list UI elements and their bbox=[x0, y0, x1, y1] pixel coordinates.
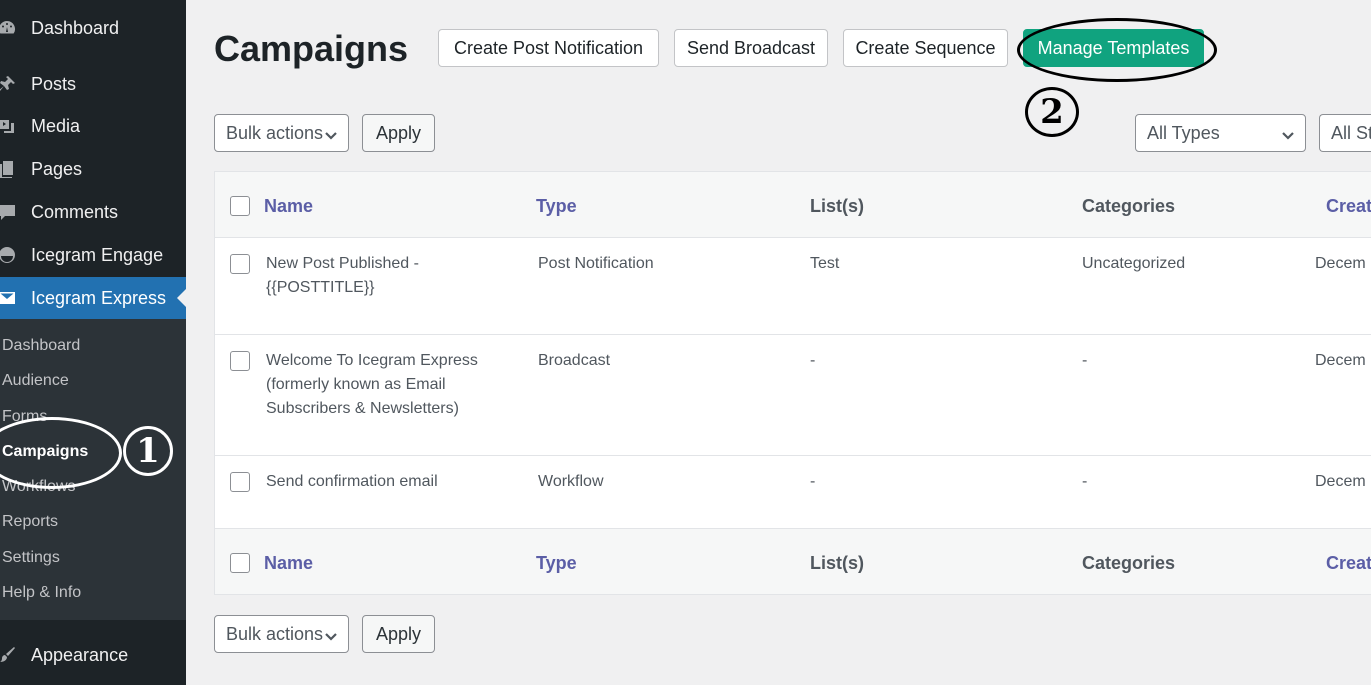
campaign-lists: Test bbox=[810, 255, 840, 272]
current-menu-arrow bbox=[177, 289, 186, 307]
column-footer-lists: List(s) bbox=[810, 553, 864, 573]
chevron-down-icon bbox=[324, 627, 338, 641]
brush-icon bbox=[0, 644, 18, 666]
table-header: Name Type List(s) Categories Creat bbox=[215, 172, 1371, 238]
select-all-checkbox[interactable] bbox=[230, 196, 250, 216]
create-post-notification-button[interactable]: Create Post Notification bbox=[438, 29, 659, 67]
annotation-number-1: 1 bbox=[123, 426, 173, 476]
column-header-name[interactable]: Name bbox=[264, 196, 313, 217]
campaign-name[interactable]: New Post Published - {{POSTTITLE}} bbox=[266, 252, 466, 300]
submenu-item-dashboard[interactable]: Dashboard bbox=[2, 337, 80, 355]
menu-item-dashboard[interactable]: Dashboard bbox=[0, 8, 186, 48]
pin-icon bbox=[0, 73, 18, 95]
create-sequence-button[interactable]: Create Sequence bbox=[843, 29, 1008, 67]
campaign-lists: - bbox=[810, 352, 816, 369]
column-footer-type[interactable]: Type bbox=[536, 553, 577, 574]
status-filter-label: All Sta bbox=[1331, 122, 1371, 143]
menu-item-icegram-engage[interactable]: Icegram Engage bbox=[0, 235, 186, 275]
campaign-categories: - bbox=[1082, 352, 1088, 369]
type-filter-select[interactable]: All Types bbox=[1135, 114, 1306, 152]
apply-button-top[interactable]: Apply bbox=[362, 114, 435, 152]
table-row: Welcome To Icegram Express (formerly kno… bbox=[215, 335, 1371, 456]
annotation-ellipse-manage-templates bbox=[1017, 18, 1217, 82]
chevron-down-icon bbox=[324, 126, 338, 140]
campaign-created: Decem bbox=[1315, 473, 1366, 490]
menu-item-appearance[interactable]: Appearance bbox=[0, 635, 186, 675]
campaign-name[interactable]: Send confirmation email bbox=[266, 470, 496, 494]
row-checkbox[interactable] bbox=[230, 351, 250, 371]
campaign-categories: - bbox=[1082, 473, 1088, 490]
campaign-lists: - bbox=[810, 473, 816, 490]
table-row: Send confirmation email Workflow - - Dec… bbox=[215, 456, 1371, 528]
comment-icon bbox=[0, 201, 18, 223]
chevron-down-icon bbox=[1281, 126, 1295, 140]
column-header-categories: Categories bbox=[1082, 196, 1176, 216]
column-footer-created[interactable]: Creat bbox=[1326, 553, 1371, 574]
campaign-categories: Uncategorized bbox=[1082, 255, 1186, 272]
menu-label: Posts bbox=[31, 73, 77, 94]
submenu-item-audience[interactable]: Audience bbox=[2, 372, 69, 390]
column-header-created[interactable]: Creat bbox=[1326, 196, 1371, 217]
column-footer-categories: Categories bbox=[1082, 553, 1176, 573]
admin-sidebar: Dashboard Posts Media Pages Comments Ice… bbox=[0, 0, 186, 685]
smiley-icon bbox=[0, 244, 18, 266]
menu-label: Icegram Express bbox=[31, 287, 167, 308]
bulk-actions-select-bottom[interactable]: Bulk actions bbox=[214, 615, 349, 653]
bulk-actions-label: Bulk actions bbox=[226, 122, 324, 143]
send-broadcast-button[interactable]: Send Broadcast bbox=[674, 29, 828, 67]
column-header-lists: List(s) bbox=[810, 196, 864, 216]
submenu-item-help-info[interactable]: Help & Info bbox=[2, 584, 81, 602]
pages-icon bbox=[0, 158, 18, 180]
campaign-type: Post Notification bbox=[538, 255, 654, 272]
email-icon bbox=[0, 287, 18, 309]
menu-item-icegram-express[interactable]: Icegram Express bbox=[0, 277, 186, 319]
bulk-actions-select-top[interactable]: Bulk actions bbox=[214, 114, 349, 152]
menu-label: Appearance bbox=[31, 644, 129, 665]
menu-label: Media bbox=[31, 115, 81, 136]
campaigns-table: Name Type List(s) Categories Creat New P… bbox=[214, 171, 1371, 595]
table-row: New Post Published - {{POSTTITLE}} Post … bbox=[215, 238, 1371, 335]
campaign-name[interactable]: Welcome To Icegram Express (formerly kno… bbox=[266, 349, 496, 421]
dashboard-icon bbox=[0, 17, 18, 39]
apply-button-bottom[interactable]: Apply bbox=[362, 615, 435, 653]
menu-label: Icegram Engage bbox=[31, 244, 164, 265]
annotation-number-2: 2 bbox=[1025, 87, 1079, 137]
menu-item-comments[interactable]: Comments bbox=[0, 192, 186, 232]
campaign-created: Decem bbox=[1315, 352, 1366, 369]
submenu-item-settings[interactable]: Settings bbox=[2, 549, 60, 567]
bulk-actions-label: Bulk actions bbox=[226, 623, 324, 644]
menu-label: Pages bbox=[31, 158, 83, 179]
select-all-checkbox-footer[interactable] bbox=[230, 553, 250, 573]
column-header-type[interactable]: Type bbox=[536, 196, 577, 217]
menu-item-posts[interactable]: Posts bbox=[0, 64, 186, 104]
table-footer: Name Type List(s) Categories Creat bbox=[215, 528, 1371, 594]
campaign-type: Workflow bbox=[538, 473, 604, 490]
menu-label: Dashboard bbox=[31, 17, 120, 38]
menu-item-media[interactable]: Media bbox=[0, 106, 186, 146]
submenu-item-reports[interactable]: Reports bbox=[2, 513, 58, 531]
media-icon bbox=[0, 115, 18, 137]
campaign-type: Broadcast bbox=[538, 352, 611, 369]
menu-item-pages[interactable]: Pages bbox=[0, 149, 186, 189]
column-footer-name[interactable]: Name bbox=[264, 553, 313, 574]
type-filter-label: All Types bbox=[1147, 122, 1220, 143]
row-checkbox[interactable] bbox=[230, 254, 250, 274]
status-filter-select[interactable]: All Sta bbox=[1319, 114, 1371, 152]
page-title: Campaigns bbox=[214, 28, 409, 69]
row-checkbox[interactable] bbox=[230, 472, 250, 492]
campaign-created: Decem bbox=[1315, 255, 1366, 272]
menu-label: Comments bbox=[31, 201, 119, 222]
